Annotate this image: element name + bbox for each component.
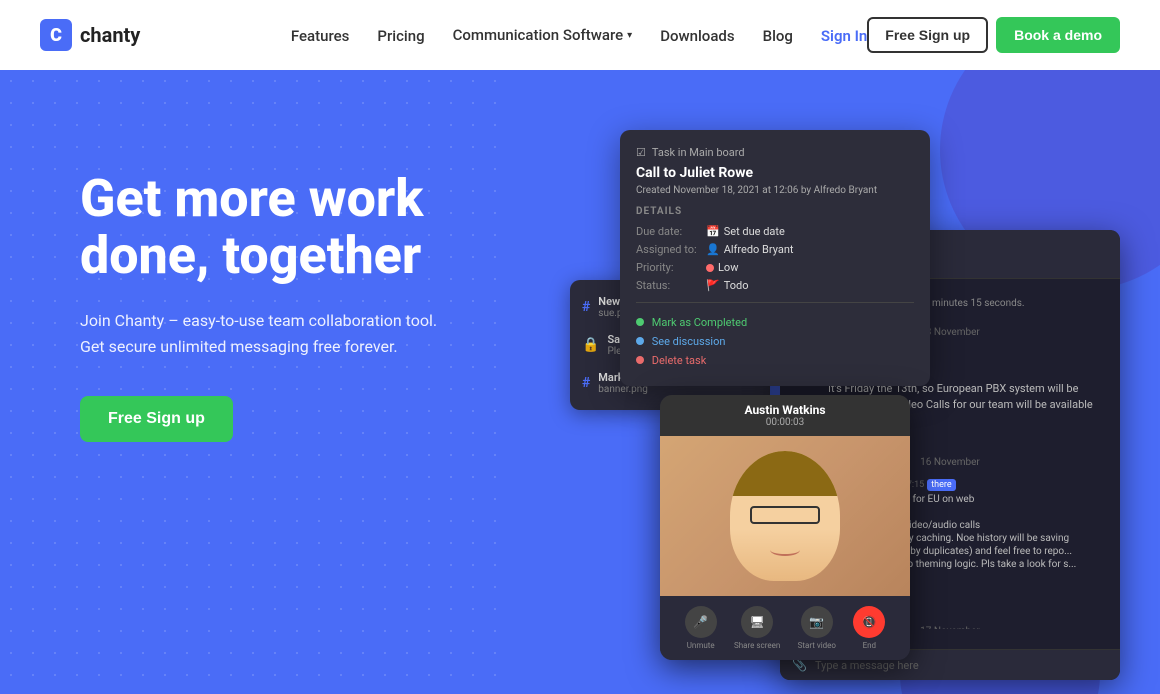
discussion-dot [636, 337, 644, 345]
video-caller-name: Austin Watkins [672, 403, 898, 417]
person-icon: 👤 [706, 243, 720, 256]
nav-item-blog[interactable]: Blog [763, 26, 793, 45]
task-divider [636, 302, 914, 303]
task-card-title: Call to Juliet Rowe [636, 165, 914, 181]
nav-links: Features Pricing Communication Software … [291, 26, 867, 45]
chat-input-field[interactable]: Type a message here [815, 659, 1108, 672]
unmute-button[interactable]: 🎤 Unmute [685, 606, 717, 650]
nav-link-comm-software[interactable]: Communication Software ▾ [453, 26, 633, 44]
nav-link-signin[interactable]: Sign In [821, 27, 867, 45]
task-action-delete[interactable]: Delete task [636, 351, 914, 370]
chevron-down-icon: ▾ [627, 30, 632, 41]
video-frame [660, 436, 910, 596]
mic-icon: 🎤 [685, 606, 717, 638]
channel-hash-icon-2: # [582, 375, 590, 391]
end-call-icon: 📵 [853, 606, 885, 638]
hero-subtitle: Join Chanty – easy-to-use team collabora… [80, 308, 460, 359]
nav-item-downloads[interactable]: Downloads [660, 26, 734, 45]
task-icon: ☑ [636, 146, 646, 159]
nav-book-demo-button[interactable]: Book a demo [996, 17, 1120, 53]
task-assigned-row: Assigned to: 👤 Alfredo Bryant [636, 243, 914, 256]
video-timer: 00:00:03 [672, 417, 898, 428]
nav-free-signup-button[interactable]: Free Sign up [867, 17, 988, 53]
task-card: ☑ Task in Main board Call to Juliet Rowe… [620, 130, 930, 386]
hero-title: Get more work done, together [80, 170, 500, 284]
share-screen-icon: 🖥 [741, 606, 773, 638]
hero-free-signup-button[interactable]: Free Sign up [80, 396, 233, 442]
share-screen-button[interactable]: 🖥 Share screen [734, 606, 780, 650]
nav-item-features[interactable]: Features [291, 26, 349, 45]
video-person-face [730, 451, 840, 581]
video-call-header: Austin Watkins 00:00:03 [660, 395, 910, 436]
start-video-button[interactable]: 📷 Start video [798, 606, 836, 650]
task-priority-row: Priority: Low [636, 261, 914, 274]
delete-dot [636, 356, 644, 364]
video-call-card: Austin Watkins 00:00:03 🎤 Unmute [660, 395, 910, 660]
channel-lock-icon: 🔒 [582, 337, 599, 353]
paperclip-icon: 📎 [792, 658, 807, 672]
complete-dot [636, 318, 644, 326]
nav-item-signin[interactable]: Sign In [821, 26, 867, 45]
task-action-complete[interactable]: Mark as Completed [636, 313, 914, 332]
task-card-created: Created November 18, 2021 at 12:06 by Al… [636, 185, 914, 196]
nav-item-comm-software[interactable]: Communication Software ▾ [453, 26, 633, 44]
nav-link-pricing[interactable]: Pricing [377, 27, 424, 45]
calendar-icon: 📅 [706, 225, 720, 238]
nav-link-blog[interactable]: Blog [763, 27, 793, 45]
task-status-row: Status: 🚩 Todo [636, 279, 914, 292]
nav-item-pricing[interactable]: Pricing [377, 26, 424, 45]
nav-link-features[interactable]: Features [291, 27, 349, 45]
task-due-date-row: Due date: 📅 Set due date [636, 225, 914, 238]
nav-link-downloads[interactable]: Downloads [660, 27, 734, 45]
hero-section: Get more work done, together Join Chanty… [0, 70, 1160, 694]
camera-icon: 📷 [801, 606, 833, 638]
hero-screenshots: ☑ Task in Main board Call to Juliet Rowe… [540, 130, 1120, 690]
logo-area[interactable]: C chanty [40, 19, 140, 51]
logo-icon: C [40, 19, 72, 51]
priority-dot [706, 264, 714, 272]
logo-text: chanty [80, 23, 140, 47]
task-card-header: ☑ Task in Main board [636, 146, 914, 159]
mention-tag: there [927, 479, 955, 491]
navbar: C chanty Features Pricing Communication … [0, 0, 1160, 70]
video-controls: 🎤 Unmute 🖥 Share screen 📷 Start video 📵 … [660, 596, 910, 660]
flag-icon: 🚩 [706, 279, 720, 292]
end-call-button[interactable]: 📵 End [853, 606, 885, 650]
channel-hash-icon: # [582, 299, 590, 315]
task-details-label: DETAILS [636, 206, 914, 217]
hero-content: Get more work done, together Join Chanty… [80, 130, 500, 442]
task-action-discussion[interactable]: See discussion [636, 332, 914, 351]
